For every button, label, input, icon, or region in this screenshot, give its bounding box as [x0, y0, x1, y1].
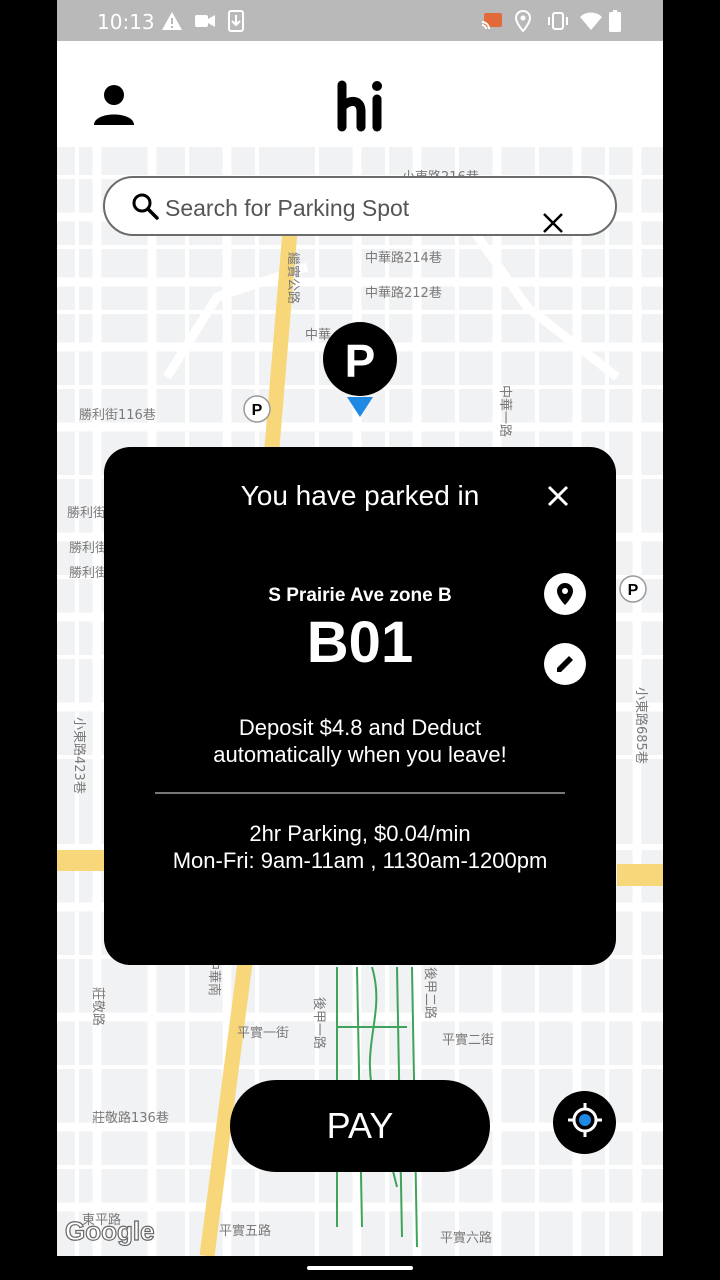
street-label: 中華路214巷 [365, 250, 442, 266]
status-time: 10:13 [97, 10, 155, 34]
edit-icon[interactable] [544, 643, 586, 685]
parked-card: You have parked in S Prairie Ave zone B … [104, 447, 616, 965]
street-label: 後甲一路 [311, 997, 327, 1049]
app-bar: Hi [57, 41, 663, 147]
app-screen: 10:13 中華路214巷 中華路212巷 中華 勝利街116巷 勝利街 勝利街… [57, 0, 663, 1256]
map-pin-icon[interactable] [544, 573, 586, 615]
app-logo: Hi [337, 79, 385, 133]
google-attribution: Google [65, 1216, 155, 1246]
search-bar[interactable]: Search for Parking Spot [103, 176, 617, 236]
street-label: 勝利街 [69, 541, 108, 556]
wifi-icon [579, 10, 603, 32]
street-label: 小東路423巷 [71, 717, 87, 794]
street-label: 後甲二路 [422, 967, 438, 1019]
location-icon [515, 10, 531, 32]
street-label: 莊敬路 [90, 987, 106, 1026]
street-label: 勝利街 [67, 506, 106, 521]
street-label: 中華路212巷 [365, 285, 442, 301]
battery-icon [609, 10, 621, 32]
camera-icon [195, 10, 215, 32]
svg-text:P: P [628, 582, 639, 599]
search-icon [131, 192, 159, 225]
gesture-nav-bar[interactable] [307, 1266, 413, 1270]
street-label: 平實一街 [237, 1025, 289, 1041]
street-label: 小東路685巷 [633, 687, 649, 764]
street-label: 平實六路 [440, 1230, 492, 1246]
vibrate-icon [547, 10, 569, 32]
rate-text: 2hr Parking, $0.04/min [249, 821, 471, 846]
hours-text: Mon-Fri: 9am-11am , 1130am-1200pm [172, 848, 548, 873]
status-bar: 10:13 [57, 0, 663, 41]
spot-code: B01 [306, 610, 414, 675]
street-label: 平實二街 [442, 1032, 494, 1048]
street-label: 平實五路 [219, 1223, 271, 1239]
search-placeholder[interactable]: Search for Parking Spot [165, 195, 409, 222]
pay-button[interactable]: PAY [230, 1080, 490, 1172]
street-label: 中華 [305, 328, 331, 343]
my-location-button[interactable] [553, 1091, 616, 1154]
parking-poi[interactable]: P [619, 575, 647, 603]
street-label: 莊敬路136巷 [92, 1110, 169, 1126]
close-icon[interactable] [542, 212, 564, 239]
deposit-line1: Deposit $4.8 and Deduct [238, 715, 482, 740]
profile-icon[interactable] [93, 83, 135, 127]
svg-text:P: P [252, 402, 263, 419]
cast-icon [481, 10, 503, 32]
street-label: 中華一路 [497, 385, 513, 437]
card-title: You have parked in [240, 480, 480, 511]
svg-text:P: P [345, 335, 376, 387]
deposit-line2: automatically when you leave! [213, 742, 507, 767]
street-label: 勝利街116巷 [79, 408, 156, 423]
parking-poi[interactable]: P [243, 395, 271, 423]
street-label: 繼實公路 [285, 252, 301, 304]
close-card-icon[interactable] [547, 485, 569, 512]
card-divider [155, 792, 565, 794]
my-location-icon [567, 1102, 603, 1143]
zone-name: S Prairie Ave zone B [268, 585, 452, 606]
download-icon [228, 10, 244, 32]
street-label: 勝利街 [69, 566, 108, 581]
warning-icon [161, 10, 183, 32]
